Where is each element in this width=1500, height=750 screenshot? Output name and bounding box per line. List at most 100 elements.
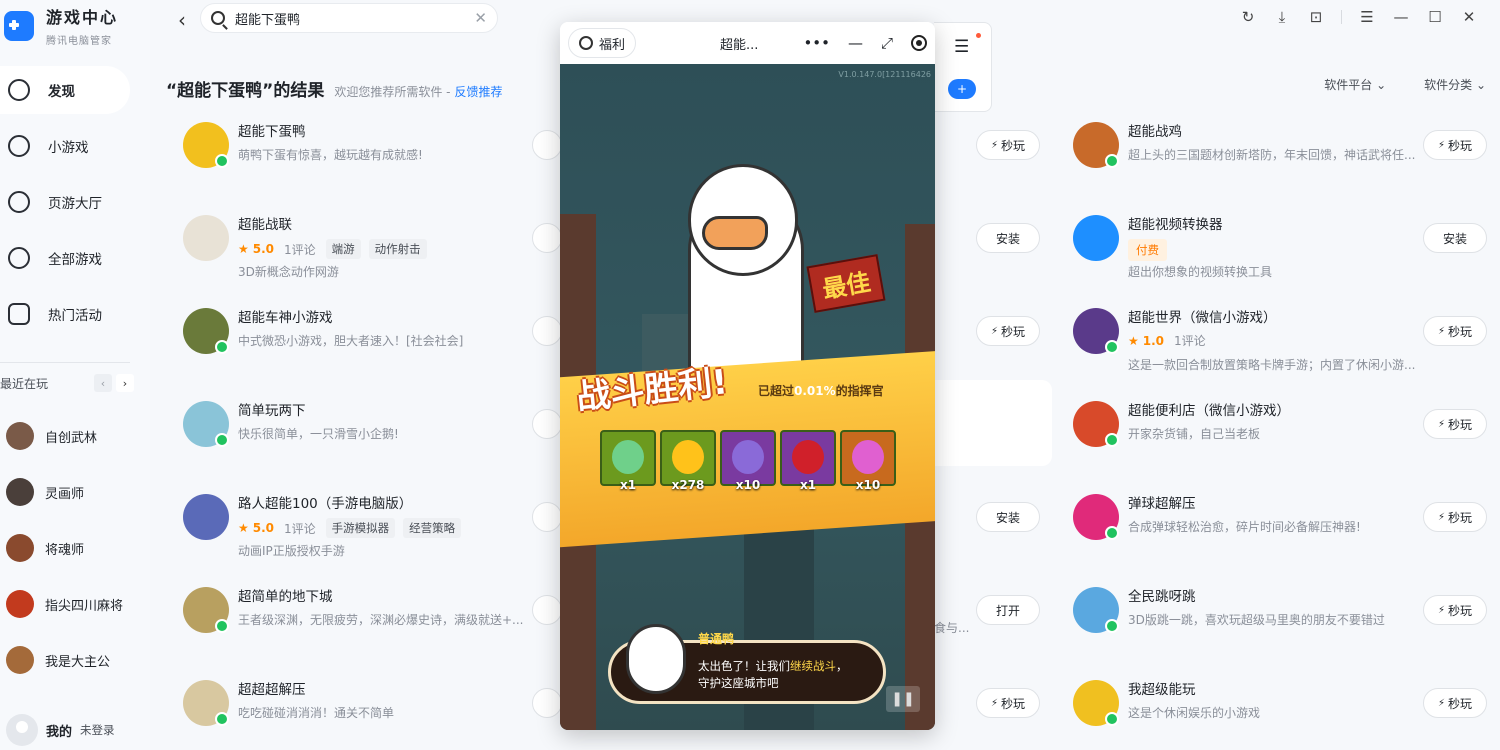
game-description: 吃吃碰碰消消消！通关不简单 [238, 706, 395, 720]
maximize-icon[interactable]: ☐ [1418, 6, 1452, 28]
game-name[interactable]: 弹球超解压 [1128, 492, 1196, 512]
game-name[interactable]: 超能下蛋鸭 [238, 120, 306, 140]
game-card[interactable]: 超能视频转换器 付费 超出你想象的视频转换工具 安装 [1073, 199, 1487, 292]
reward-gem-icon [792, 440, 824, 474]
refresh-icon[interactable]: ↻ [1231, 6, 1265, 28]
game-canvas[interactable]: V1.0.147.0[121116426 最佳 战斗胜利! 已超过0.01%的指… [560, 64, 935, 730]
game-card[interactable]: 超能世界（微信小游戏） ★ 1.0 1评论 这是一款回合制放置策略卡牌手游；内置了休闲小… [1073, 292, 1487, 385]
clear-icon[interactable]: ✕ [474, 9, 487, 27]
search-bar[interactable]: 超能下蛋鸭 ✕ [200, 3, 498, 33]
install-button[interactable]: 安装 [1423, 223, 1487, 253]
platform-filter[interactable]: 软件平台 ⌄ [1324, 76, 1386, 93]
partial-button[interactable] [532, 502, 562, 532]
nav-item-2[interactable]: 页游大厅 [0, 178, 130, 226]
add-miniprogram-icon[interactable]: + [948, 79, 976, 99]
install-button[interactable]: 安装 [976, 223, 1040, 253]
back-button[interactable]: ‹ [178, 8, 186, 32]
recent-item[interactable]: 我是大主公 [6, 632, 123, 688]
game-card[interactable]: 全民跳呀跳 3D版跳一跳，喜欢玩超级马里奥的朋友不要错过 ⚡ 秒玩 [1073, 571, 1487, 664]
play-button[interactable]: ⚡ 秒玩 [1423, 409, 1487, 439]
minimize-icon[interactable]: — [1384, 6, 1418, 28]
open-button[interactable]: 打开 [976, 595, 1040, 625]
play-button[interactable]: ⚡ 秒玩 [1423, 316, 1487, 346]
game-name[interactable]: 超超超解压 [238, 678, 306, 698]
recent-item[interactable]: 将魂师 [6, 520, 123, 576]
minimize-icon[interactable]: — [848, 34, 863, 52]
welfare-button[interactable]: 福利 [568, 28, 637, 58]
search-input[interactable]: 超能下蛋鸭 [235, 9, 474, 28]
game-name[interactable]: 超能战联 [238, 213, 292, 233]
recent-item[interactable]: 灵画师 [6, 464, 123, 520]
dialog-line-2: 守护这座城市吧 [698, 676, 779, 690]
play-button[interactable]: ⚡ 秒玩 [976, 316, 1040, 346]
partial-button[interactable] [532, 223, 562, 253]
list-menu-icon[interactable]: ☰ [954, 37, 969, 57]
game-description: 这是一款回合制放置策略卡牌手游；内置了休闲小游... [1128, 358, 1416, 372]
game-card[interactable]: 超能战鸡 超上头的三国题材创新塔防，年末回馈，神话武将任... ⚡ 秒玩 [1073, 106, 1487, 199]
game-meta: 付费 [1128, 239, 1167, 261]
game-name[interactable]: 超能便利店（微信小游戏） [1128, 399, 1290, 419]
game-card[interactable]: 弹球超解压 合成弹球轻松治愈，碎片时间必备解压神器! ⚡ 秒玩 [1073, 478, 1487, 571]
partial-button[interactable] [532, 595, 562, 625]
game-card[interactable]: 超能下蛋鸭 萌鸭下蛋有惊喜，越玩越有成就感! [183, 106, 543, 199]
play-button[interactable]: ⚡ 秒玩 [1423, 595, 1487, 625]
game-name[interactable]: 超能车神小游戏 [238, 306, 333, 326]
partial-button[interactable] [532, 688, 562, 718]
game-card[interactable]: 超能车神小游戏中式微恐小游戏，胆大者速入！[社会社会] [183, 292, 543, 385]
close-miniprogram-icon[interactable] [911, 35, 927, 51]
nav-item-4[interactable]: 热门活动 [0, 290, 130, 338]
play-button[interactable]: ⚡ 秒玩 [1423, 502, 1487, 532]
nav-item-3[interactable]: 全部游戏 [0, 234, 130, 282]
recent-header: 最近在玩 ‹ › [0, 374, 134, 392]
menu-icon[interactable]: ☰ [1350, 6, 1384, 28]
partial-button[interactable] [532, 409, 562, 439]
game-card[interactable]: 我超级能玩 这是个休闲娱乐的小游戏 ⚡ 秒玩 [1073, 664, 1487, 750]
nav-item-0[interactable]: 发现 [0, 66, 130, 114]
close-icon[interactable]: ✕ [1452, 6, 1486, 28]
more-icon[interactable]: ••• [803, 34, 830, 52]
game-avatar [6, 646, 34, 674]
play-button[interactable]: ⚡ 秒玩 [976, 688, 1040, 718]
bolt-icon: ⚡ [990, 139, 998, 151]
play-button[interactable]: ⚡ 秒玩 [1423, 688, 1487, 718]
recent-item[interactable]: 自创武林 [6, 408, 123, 464]
game-avatar [6, 478, 34, 506]
feedback-link[interactable]: 反馈推荐 [455, 83, 503, 100]
partial-button[interactable] [532, 316, 562, 346]
best-badge: 最佳 [806, 254, 886, 313]
fullscreen-icon[interactable]: ⤢ [881, 34, 893, 52]
nav-item-1[interactable]: 小游戏 [0, 122, 130, 170]
game-name[interactable]: 简单玩两下 [238, 399, 306, 419]
game-avatar [6, 534, 34, 562]
rank-suffix: 的指挥官 [835, 384, 884, 398]
game-name[interactable]: 超能世界（微信小游戏） [1128, 306, 1277, 326]
recent-prev-button[interactable]: ‹ [94, 374, 112, 392]
game-description: 中式微恐小游戏，胆大者速入！[社会社会] [238, 334, 464, 348]
recent-item[interactable]: 指尖四川麻将 [6, 576, 123, 632]
game-name[interactable]: 超简单的地下城 [238, 585, 333, 605]
game-name[interactable]: 全民跳呀跳 [1128, 585, 1196, 605]
game-card[interactable]: 超能便利店（微信小游戏） 开家杂货铺，自己当老板 ⚡ 秒玩 [1073, 385, 1487, 478]
rank-text: 已超过0.01%的指挥官 [758, 382, 884, 399]
feedback-icon[interactable]: ⊡ [1299, 6, 1333, 28]
game-card[interactable]: 超能战联 ★ 5.0 1评论 端游 动作射击 3D新概念动作网游 [183, 199, 543, 292]
play-button[interactable]: ⚡ 秒玩 [1423, 130, 1487, 160]
game-icon [1073, 215, 1119, 261]
category-filter[interactable]: 软件分类 ⌄ [1424, 76, 1486, 93]
game-name[interactable]: 超能视频转换器 [1128, 213, 1223, 233]
user-profile[interactable]: 我的 未登录 [6, 714, 115, 746]
rank-percent: 0.01% [794, 384, 836, 398]
recent-next-button[interactable]: › [116, 374, 134, 392]
game-name[interactable]: 我超级能玩 [1128, 678, 1196, 698]
install-button[interactable]: 安装 [976, 502, 1040, 532]
game-card[interactable]: 简单玩两下 快乐很简单，一只滑雪小企鹅! [183, 385, 543, 478]
download-icon[interactable]: ⤓ [1265, 6, 1299, 28]
play-button[interactable]: ⚡ 秒玩 [976, 130, 1040, 160]
game-name[interactable]: 路人超能100（手游电脑版） [238, 492, 412, 512]
game-card[interactable]: 超超超解压吃吃碰碰消消消！通关不简单 [183, 664, 543, 750]
game-name[interactable]: 超能战鸡 [1128, 120, 1182, 140]
partial-button[interactable] [532, 130, 562, 160]
game-card[interactable]: 超简单的地下城 王者级深渊，无限疲劳，深渊必爆史诗，满级就送+... [183, 571, 543, 664]
game-card[interactable]: 路人超能100（手游电脑版） ★ 5.0 1评论 手游模拟器 经营策略 动画IP正版授权手游 [183, 478, 543, 571]
pause-icon[interactable]: ❚❚ [886, 686, 920, 712]
